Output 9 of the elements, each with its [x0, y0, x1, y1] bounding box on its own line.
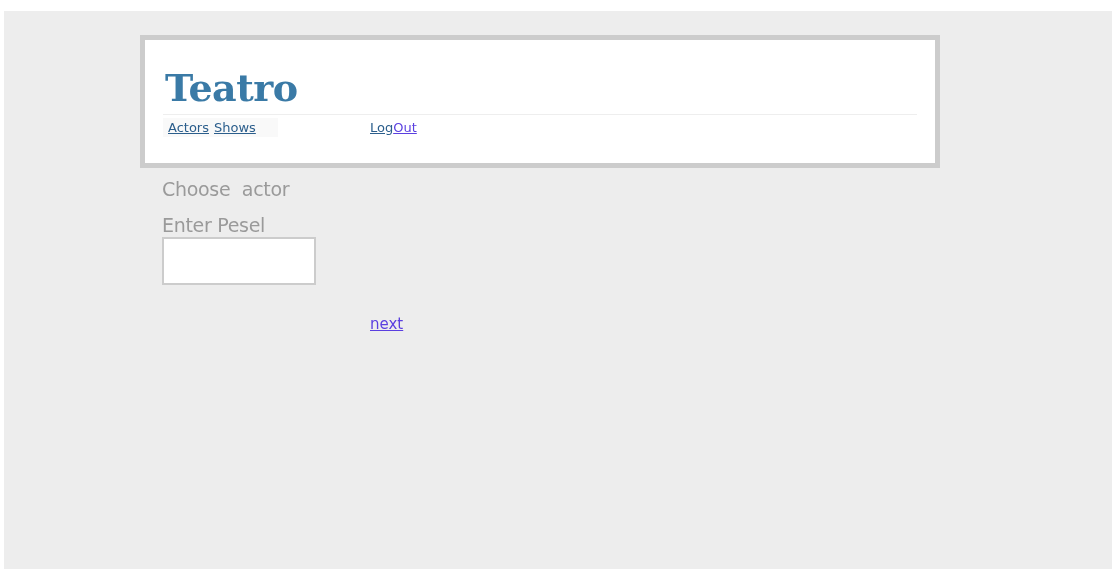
- field-label: Enter Pesel: [162, 214, 267, 236]
- next-link[interactable]: next: [370, 315, 404, 333]
- nav-link[interactable]: Actors: [168, 120, 209, 135]
- site-title: Teatro: [165, 66, 299, 110]
- page-heading: Choose actor: [162, 178, 291, 200]
- nav-link[interactable]: Shows: [214, 120, 256, 135]
- pesel-input-field[interactable]: [162, 237, 316, 285]
- logout-link[interactable]: Log: [370, 120, 394, 135]
- logout-link[interactable]: Out: [393, 120, 417, 135]
